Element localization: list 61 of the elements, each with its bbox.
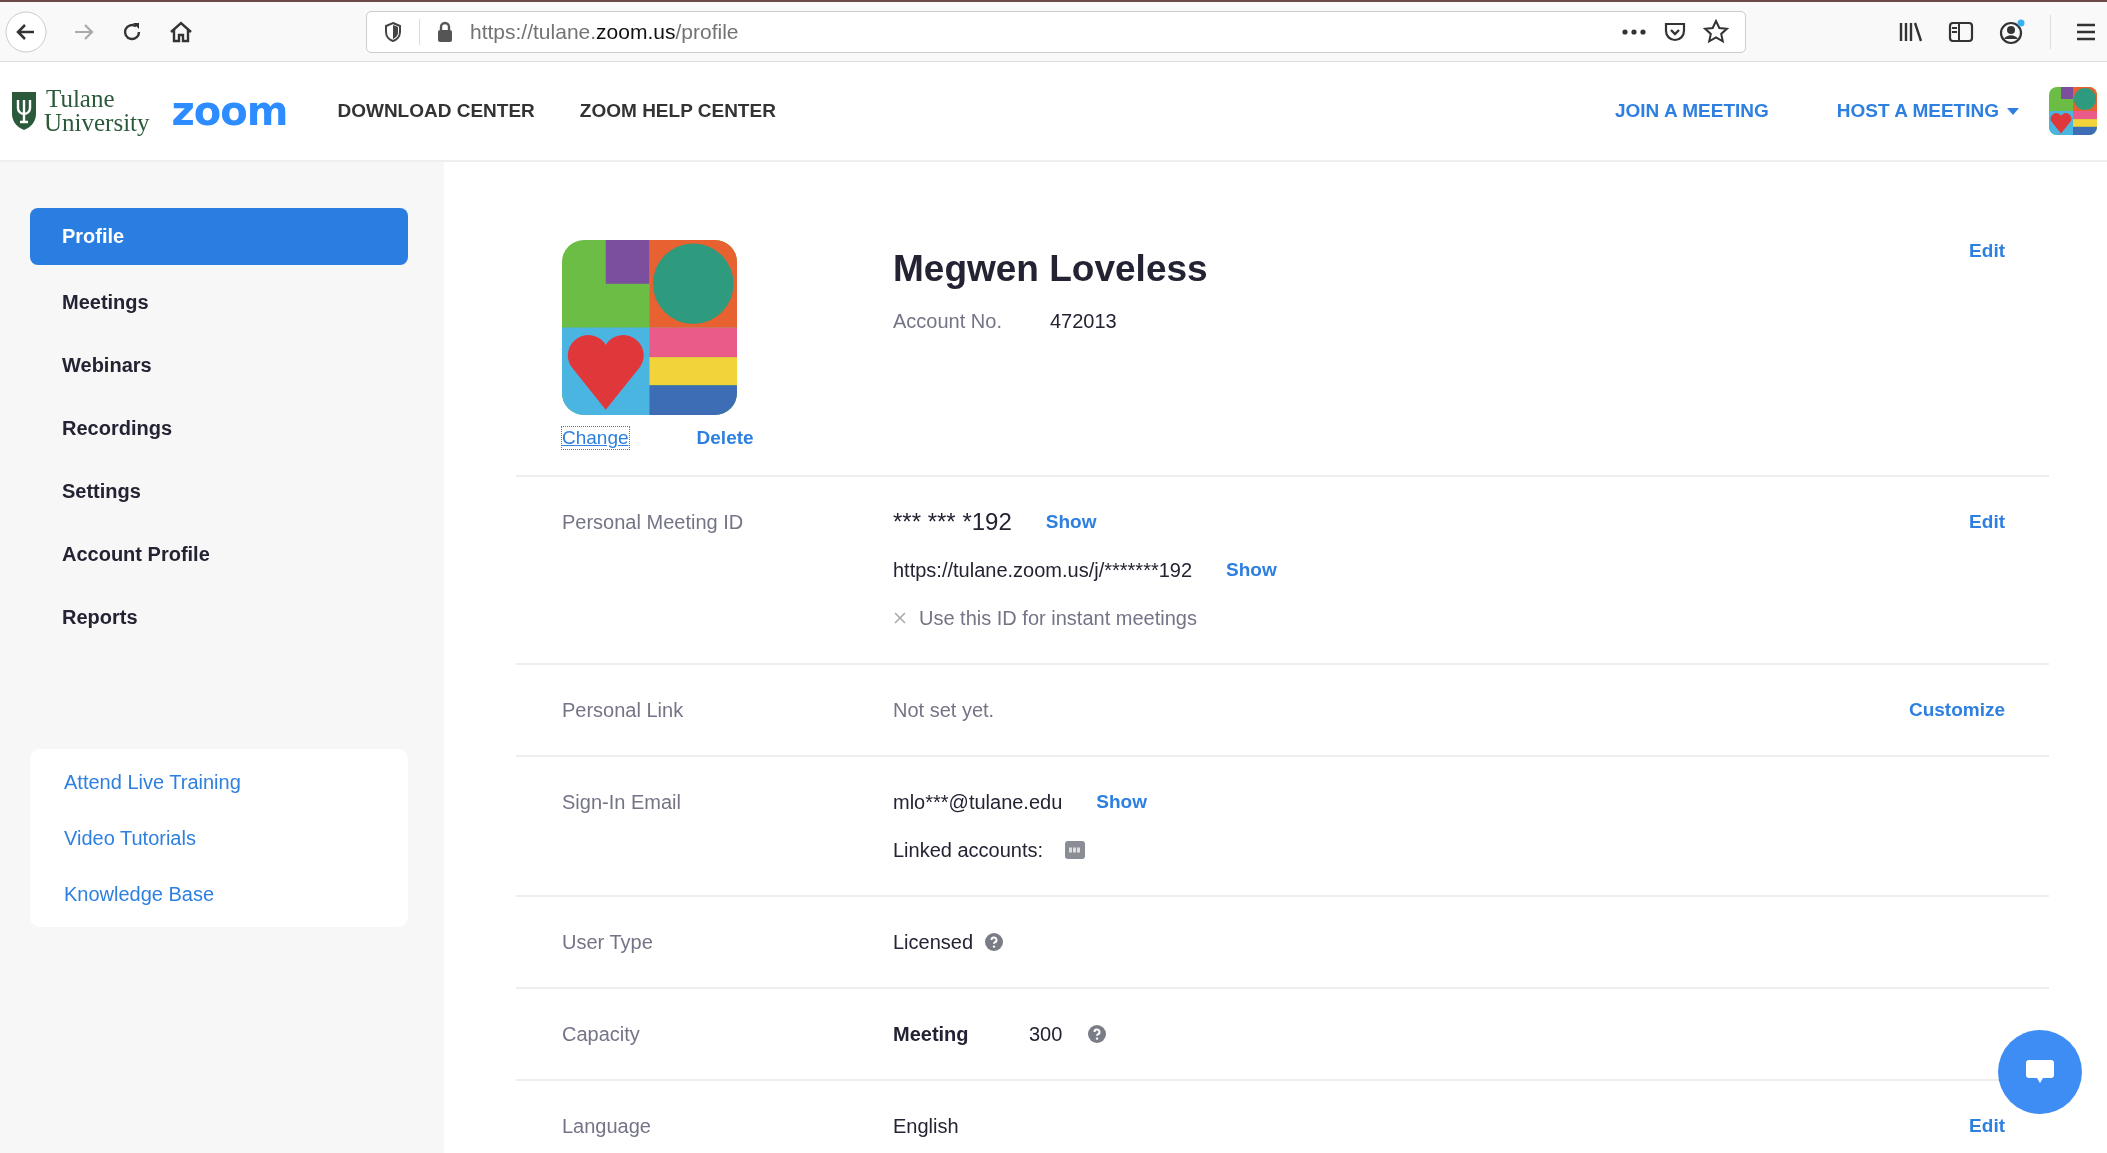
show-link[interactable]: Show bbox=[1045, 511, 1097, 533]
help-link[interactable]: Video Tutorials bbox=[64, 825, 374, 851]
sidebar-item[interactable]: Meetings bbox=[30, 271, 408, 334]
back-icon[interactable] bbox=[4, 9, 48, 54]
field-value: Linked accounts: bbox=[893, 838, 1044, 862]
edit-link[interactable]: Edit bbox=[1969, 240, 2005, 262]
brand-logo[interactable]: zoom bbox=[171, 88, 288, 134]
row-action-link[interactable]: Customize bbox=[1908, 695, 2005, 725]
university-logo-text: Tulane bbox=[45, 87, 116, 111]
host-meeting-menu[interactable]: HOST A MEETING bbox=[1836, 100, 2019, 122]
avatar-thumbnail[interactable] bbox=[2049, 87, 2097, 135]
row-action-link[interactable]: Edit bbox=[1969, 1111, 2005, 1141]
sidebar-item[interactable]: Account Profile bbox=[30, 523, 408, 586]
field-value: Not set yet. bbox=[893, 698, 995, 722]
field-label: Personal Meeting ID bbox=[562, 510, 745, 535]
field-label: Language bbox=[562, 1114, 652, 1139]
help-link[interactable]: Knowledge Base bbox=[64, 881, 374, 907]
help-link[interactable]: Attend Live Training bbox=[64, 769, 374, 795]
sidebar-item[interactable]: Webinars bbox=[30, 334, 408, 397]
nav-link[interactable]: ZOOM HELP CENTER bbox=[579, 100, 776, 122]
field-value: *** *** *192 bbox=[893, 508, 1012, 536]
row-action-link[interactable]: Edit bbox=[1969, 507, 2005, 537]
show-link[interactable]: Show bbox=[1226, 559, 1277, 581]
option-text: Use this ID for instant meetings bbox=[919, 606, 1197, 630]
help-icon[interactable] bbox=[1088, 1025, 1107, 1043]
shield-crest-icon bbox=[10, 90, 38, 132]
account-icon[interactable] bbox=[1998, 17, 2026, 46]
sso-badge-icon bbox=[1065, 841, 1086, 859]
field-label: Capacity bbox=[562, 1022, 641, 1047]
join-meeting-link[interactable]: JOIN A MEETING bbox=[1615, 100, 1769, 122]
user-name: Megwen Loveless bbox=[893, 248, 1209, 290]
help-icon[interactable] bbox=[985, 933, 1004, 951]
field-value: mlo***@tulane.edu bbox=[893, 790, 1063, 814]
caret-icon bbox=[2007, 107, 2019, 115]
field-value: 300 bbox=[1029, 1022, 1063, 1046]
field-label: User Type bbox=[562, 930, 654, 955]
field-label: Sign-In Email bbox=[562, 790, 682, 815]
change-photo-link[interactable]: Change bbox=[562, 427, 629, 449]
sidebar-item[interactable]: Recordings bbox=[30, 397, 408, 460]
more-icon[interactable] bbox=[1621, 27, 1647, 36]
sidebar-icon[interactable] bbox=[1948, 19, 1974, 44]
sidebar-item[interactable]: Reports bbox=[30, 586, 408, 649]
url-text: https://tulane.zoom.us/profile bbox=[470, 19, 739, 44]
delete-photo-link[interactable]: Delete bbox=[696, 427, 754, 449]
sidebar-item[interactable]: Settings bbox=[30, 460, 408, 523]
show-link[interactable]: Show bbox=[1096, 791, 1147, 813]
shield-icon bbox=[383, 20, 403, 43]
account-number: 472013 bbox=[1049, 310, 1117, 333]
field-value: Licensed bbox=[893, 930, 974, 954]
menu-icon[interactable] bbox=[2075, 21, 2097, 42]
field-value: https://tulane.zoom.us/j/*******192 bbox=[893, 558, 1193, 582]
address-bar[interactable]: https://tulane.zoom.us/profile bbox=[366, 10, 1746, 53]
nav-link[interactable]: DOWNLOAD CENTER bbox=[337, 100, 535, 122]
field-label: Personal Link bbox=[562, 698, 685, 723]
capacity-type: Meeting bbox=[893, 1022, 970, 1046]
lock-icon bbox=[436, 20, 454, 43]
star-icon[interactable] bbox=[1703, 18, 1729, 45]
field-label: Account No. bbox=[893, 310, 1002, 333]
sidebar-item[interactable]: Profile bbox=[30, 208, 408, 265]
field-value: English bbox=[893, 1114, 959, 1138]
university-logo-text: University bbox=[44, 111, 150, 135]
